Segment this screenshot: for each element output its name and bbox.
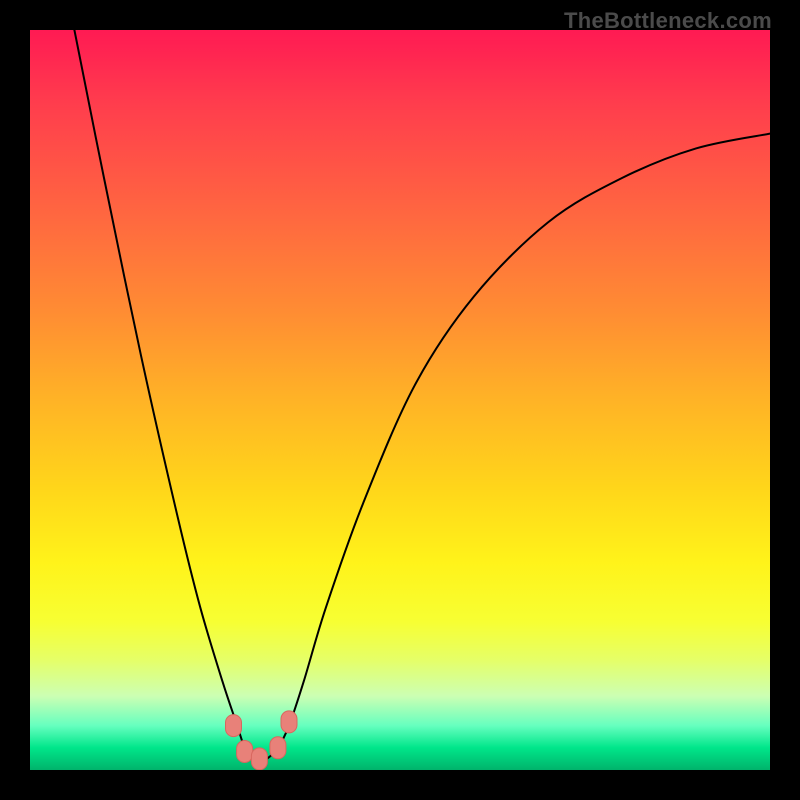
chart-svg xyxy=(30,30,770,770)
chart-frame: TheBottleneck.com xyxy=(0,0,800,800)
curve-marker-3 xyxy=(270,737,286,759)
bottleneck-curve xyxy=(74,30,770,761)
curve-marker-2 xyxy=(251,748,267,770)
curve-marker-4 xyxy=(281,711,297,733)
curve-marker-1 xyxy=(237,741,253,763)
curve-marker-0 xyxy=(226,715,242,737)
marker-group xyxy=(226,711,298,770)
plot-area xyxy=(30,30,770,770)
